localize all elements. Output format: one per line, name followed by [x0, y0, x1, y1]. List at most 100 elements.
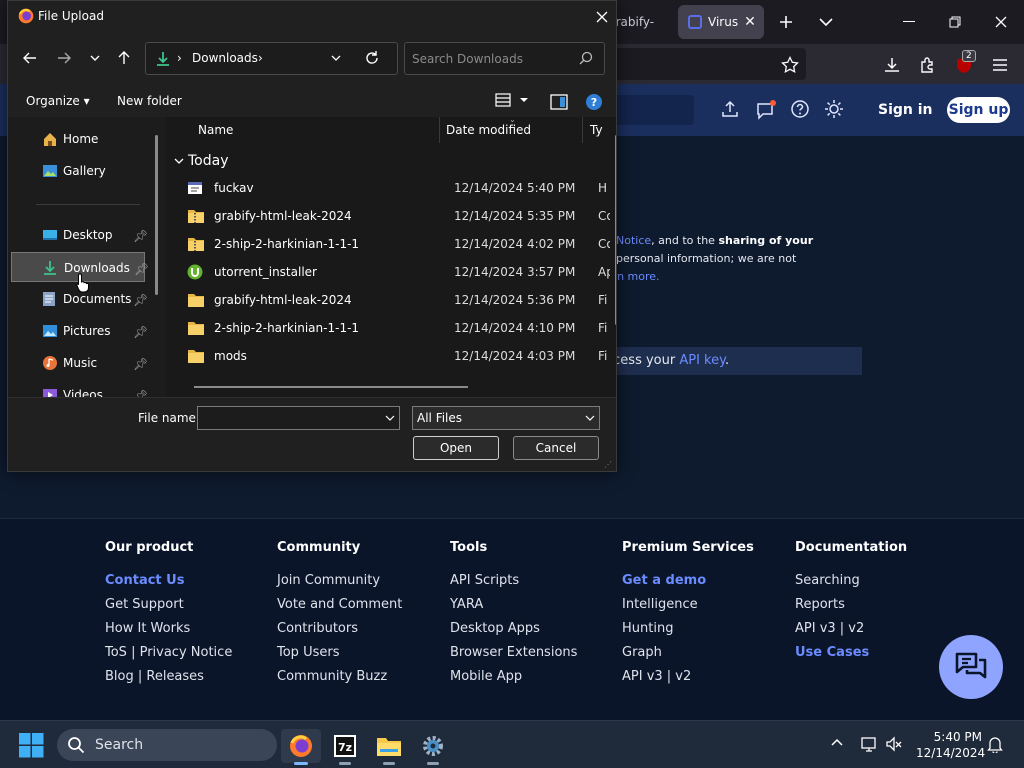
nav-item-desktop[interactable]: Desktop 📌︎ [11, 220, 148, 250]
file-name-combobox[interactable] [197, 406, 400, 430]
search-input[interactable] [412, 49, 572, 69]
nav-item-pictures[interactable]: Pictures 📌︎ [11, 316, 148, 346]
help-icon[interactable]: ? [585, 93, 603, 111]
chat-button[interactable] [939, 635, 1003, 699]
footer-link[interactable]: Top Users [277, 644, 402, 668]
open-button[interactable]: Open [413, 436, 499, 460]
group-header-today[interactable]: Today [174, 153, 229, 169]
search-box[interactable] [404, 42, 605, 75]
taskbar-search[interactable]: Search [57, 729, 277, 761]
pin-icon[interactable]: 📌︎ [133, 325, 148, 339]
file-row[interactable]: utorrent_installer 12/14/2024 3:57 PM Ap [184, 259, 610, 287]
footer-link[interactable]: Join Community [277, 572, 402, 596]
volume-muted-icon[interactable] [885, 735, 905, 755]
file-row[interactable]: 2-ship-2-harkinian-1-1-1 12/14/2024 4:02… [184, 231, 610, 259]
dialog-close-icon[interactable] [590, 5, 614, 29]
help-icon[interactable] [790, 99, 812, 121]
resize-grip-icon[interactable]: ⋰ [604, 460, 612, 469]
footer-link[interactable]: API v3 | v2 [795, 620, 907, 644]
extensions-icon[interactable] [917, 54, 939, 76]
footer-link[interactable]: Get Support [105, 596, 232, 620]
breadcrumb-downloads[interactable]: Downloads [192, 51, 258, 65]
file-row[interactable]: mods 12/14/2024 4:03 PM Fi [184, 343, 607, 371]
footer-link[interactable]: Blog | Releases [105, 668, 232, 692]
back-arrow-icon[interactable] [19, 47, 41, 69]
file-list-horizontal-scrollbar[interactable] [194, 386, 468, 388]
breadcrumb-separator[interactable]: › [177, 51, 182, 65]
pin-icon[interactable]: 📌︎ [133, 389, 148, 397]
footer-link[interactable]: YARA [450, 596, 577, 620]
footer-link[interactable]: ToS | Privacy Notice [105, 644, 232, 668]
pin-icon[interactable]: 📌︎ [133, 357, 148, 371]
file-row[interactable]: grabify-html-leak-2024 12/14/2024 5:35 P… [184, 203, 610, 231]
sign-in-link[interactable]: Sign in [878, 97, 933, 123]
nav-item-gallery[interactable]: Gallery [11, 156, 145, 186]
pin-icon[interactable]: 📌︎ [134, 262, 149, 276]
change-view-button[interactable] [495, 93, 529, 107]
footer-link[interactable]: Contributors [277, 620, 402, 644]
footer-link[interactable]: Browser Extensions [450, 644, 577, 668]
bookmark-star-icon[interactable] [779, 54, 801, 76]
refresh-icon[interactable] [364, 50, 380, 66]
chevron-down-icon[interactable] [385, 414, 395, 422]
tab-grabify[interactable]: grabify- [608, 5, 670, 39]
downloads-icon[interactable] [881, 54, 903, 76]
footer-link[interactable]: Hunting [622, 620, 754, 644]
new-tab-icon[interactable] [774, 10, 798, 34]
nav-item-home[interactable]: Home [11, 124, 145, 154]
footer-link[interactable]: Get a demo [622, 572, 754, 596]
pin-icon[interactable]: 📌︎ [133, 293, 148, 307]
organize-button[interactable]: Organize ▾ [26, 94, 90, 108]
nav-item-videos[interactable]: Videos 📌︎ [11, 380, 148, 397]
footer-link[interactable]: Vote and Comment [277, 596, 402, 620]
column-header-type[interactable]: Ty [590, 123, 603, 137]
taskbar-settings[interactable] [413, 729, 453, 765]
forward-arrow-icon[interactable] [53, 47, 75, 69]
file-list-vertical-scrollbar[interactable] [615, 135, 616, 325]
close-window-icon[interactable] [989, 10, 1013, 34]
file-row[interactable]: 2-ship-2-harkinian-1-1-1 12/14/2024 4:10… [184, 315, 607, 343]
footer-link[interactable]: Reports [795, 596, 907, 620]
tab-virustotal[interactable]: Virus ✕ [678, 5, 764, 39]
footer-link[interactable]: API v3 | v2 [622, 668, 754, 692]
new-folder-button[interactable]: New folder [117, 94, 182, 108]
footer-link[interactable]: Searching [795, 572, 907, 596]
file-row[interactable]: fuckav 12/14/2024 5:40 PM H [184, 175, 607, 203]
list-tabs-icon[interactable] [814, 10, 838, 34]
taskbar-file-explorer[interactable] [369, 729, 409, 765]
footer-link[interactable]: API Scripts [450, 572, 577, 596]
preview-pane-icon[interactable] [550, 94, 568, 110]
footer-link[interactable]: Intelligence [622, 596, 754, 620]
address-bar[interactable]: › Downloads › [145, 42, 398, 75]
show-hidden-icons[interactable] [829, 735, 849, 755]
up-arrow-icon[interactable] [113, 47, 135, 69]
menu-icon[interactable] [989, 54, 1011, 76]
dialog-title-bar[interactable]: File Upload [8, 1, 616, 33]
taskbar-7zip[interactable]: 7z [325, 729, 365, 765]
recent-locations-chevron-icon[interactable] [84, 47, 106, 69]
notifications-icon[interactable] [755, 99, 777, 121]
footer-link[interactable]: Mobile App [450, 668, 577, 692]
footer-link[interactable]: Use Cases [795, 644, 907, 668]
network-icon[interactable] [860, 735, 880, 755]
taskbar-firefox[interactable] [281, 729, 321, 765]
taskbar-clock[interactable]: 5:40 PM 12/14/2024 [916, 729, 985, 761]
start-button[interactable] [19, 733, 44, 758]
file-type-select[interactable]: All Files [412, 406, 600, 430]
theme-toggle-icon[interactable] [824, 99, 846, 121]
file-row[interactable]: grabify-html-leak-2024 12/14/2024 5:36 P… [184, 287, 607, 315]
nav-item-music[interactable]: Music 📌︎ [11, 348, 148, 378]
cancel-button[interactable]: Cancel [513, 436, 599, 460]
pin-icon[interactable]: 📌︎ [133, 229, 148, 243]
footer-link[interactable]: How It Works [105, 620, 232, 644]
column-divider[interactable] [439, 117, 440, 143]
column-header-name[interactable]: Name [198, 123, 233, 137]
api-key-link[interactable]: API key [679, 353, 725, 368]
footer-link[interactable]: Desktop Apps [450, 620, 577, 644]
restore-icon[interactable] [943, 10, 967, 34]
footer-link[interactable]: Community Buzz [277, 668, 402, 692]
column-divider[interactable] [582, 117, 583, 143]
close-tab-icon[interactable]: ✕ [744, 14, 756, 30]
file-name-input[interactable] [202, 409, 377, 427]
minimize-icon[interactable] [897, 10, 921, 34]
